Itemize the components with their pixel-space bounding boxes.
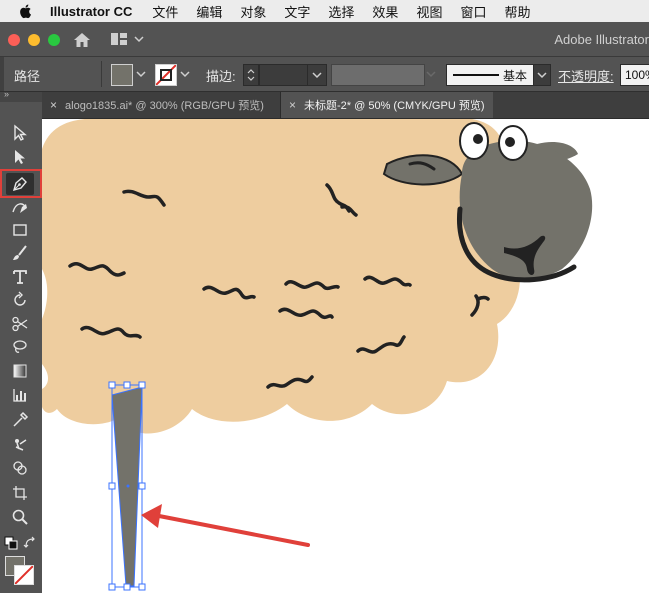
- tab-untitled-2[interactable]: × 未标题-2* @ 50% (CMYK/GPU 预览): [281, 92, 493, 118]
- brush-style-label: 基本: [503, 69, 528, 83]
- pen-nib-icon: [12, 177, 27, 192]
- curvature-pen-icon: [12, 203, 27, 213]
- fill-color-swatch[interactable]: [111, 64, 133, 86]
- stroke-weight-stepper[interactable]: [243, 64, 259, 86]
- menu-object[interactable]: 对象: [240, 2, 266, 21]
- menubar: Illustrator CC 文件 编辑 对象 文字 选择 效果 视图 窗口 帮…: [0, 0, 649, 23]
- scissors-icon: [12, 316, 28, 332]
- paintbrush-tool[interactable]: [6, 242, 34, 264]
- menu-edit[interactable]: 编辑: [196, 2, 222, 21]
- divider: [101, 61, 102, 87]
- bar-graph-icon: [13, 389, 26, 402]
- selection-type-label: 路径: [14, 69, 41, 84]
- selection-center-point: [126, 484, 130, 488]
- brush-definition[interactable]: 基本: [446, 64, 534, 86]
- apple-logo-icon[interactable]: [18, 3, 34, 19]
- rotate-icon: [14, 291, 26, 306]
- rectangle-tool[interactable]: [6, 219, 34, 241]
- tools-panel: »: [0, 89, 43, 593]
- type-t-icon: [13, 270, 27, 284]
- collapse-icon[interactable]: »: [4, 89, 9, 99]
- gradient-icon: [13, 364, 27, 378]
- menu-view[interactable]: 视图: [416, 2, 442, 21]
- gradient-tool[interactable]: [6, 360, 34, 382]
- chevron-down-icon[interactable]: [136, 70, 146, 78]
- lasso-tool[interactable]: [6, 336, 34, 358]
- swap-colors-icon[interactable]: [23, 536, 37, 550]
- artboard-canvas[interactable]: [42, 119, 649, 593]
- app-name[interactable]: Illustrator CC: [50, 4, 132, 19]
- menu-window[interactable]: 窗口: [460, 2, 486, 21]
- none-color-icon: [156, 65, 176, 85]
- artboard-icon: [13, 486, 27, 500]
- zoom-window-button[interactable]: [48, 34, 60, 46]
- sheep-pupil: [473, 134, 483, 144]
- default-colors-icon[interactable]: [4, 536, 18, 550]
- sheep-pupil: [505, 137, 515, 147]
- variable-width-profile[interactable]: [331, 64, 425, 86]
- close-tab-icon[interactable]: ×: [50, 98, 57, 112]
- tab-alogo1835[interactable]: × alogo1835.ai* @ 300% (RGB/GPU 预览): [42, 92, 280, 118]
- pen-tool[interactable]: [6, 173, 34, 195]
- menu-effect[interactable]: 效果: [372, 2, 398, 21]
- control-bar: 路径 描边: 基本 不透明度: 100%: [0, 57, 649, 92]
- arrange-documents-icon[interactable]: [110, 32, 128, 46]
- shape-builder-icon: [13, 461, 27, 475]
- window-title: Adobe Illustrator: [554, 32, 649, 47]
- stroke-weight-input[interactable]: [259, 64, 309, 86]
- type-tool[interactable]: [6, 266, 34, 288]
- puppet-warp-icon: [15, 439, 27, 451]
- chevron-down-icon[interactable]: [134, 35, 144, 43]
- stroke-weight-dropdown[interactable]: [307, 64, 327, 86]
- menu-help[interactable]: 帮助: [504, 2, 530, 21]
- opacity-input[interactable]: 100%: [620, 64, 649, 86]
- none-color-icon: [15, 566, 33, 584]
- tab-label: 未标题-2* @ 50% (CMYK/GPU 预览): [304, 100, 485, 112]
- minimize-window-button[interactable]: [28, 34, 40, 46]
- app-titlebar: Adobe Illustrator: [0, 22, 649, 57]
- scissors-tool[interactable]: [6, 313, 34, 335]
- eyedropper-tool[interactable]: [6, 409, 34, 431]
- rectangle-icon: [13, 224, 27, 236]
- menu-type[interactable]: 文字: [284, 2, 310, 21]
- lasso-icon: [13, 340, 27, 353]
- annotation-arrow: [141, 504, 310, 547]
- shape-builder-tool[interactable]: [6, 457, 34, 479]
- stroke-label: 描边:: [206, 69, 236, 84]
- graph-tool[interactable]: [6, 384, 34, 406]
- puppet-warp-tool[interactable]: [6, 433, 34, 455]
- brush-dropdown[interactable]: [533, 64, 551, 86]
- tab-label: alogo1835.ai* @ 300% (RGB/GPU 预览): [65, 100, 264, 112]
- artboard-tool[interactable]: [6, 482, 34, 504]
- opacity-label[interactable]: 不透明度:: [558, 66, 614, 85]
- selection-arrow-icon: [14, 124, 27, 141]
- controlbar-grip[interactable]: [0, 57, 4, 91]
- direct-selection-arrow-icon: [15, 150, 25, 164]
- zoom-magnifier-icon: [12, 509, 28, 525]
- home-icon[interactable]: [72, 31, 92, 49]
- menu-select[interactable]: 选择: [328, 2, 354, 21]
- chevron-down-icon[interactable]: [180, 70, 190, 78]
- paintbrush-icon: [13, 245, 27, 260]
- curvature-tool[interactable]: [6, 196, 34, 218]
- artwork: [42, 119, 593, 591]
- eyedropper-icon: [13, 411, 29, 427]
- close-tab-icon[interactable]: ×: [289, 98, 296, 112]
- stroke-color-swatch[interactable]: [155, 64, 177, 86]
- close-window-button[interactable]: [8, 34, 20, 46]
- direct-selection-tool[interactable]: [6, 146, 34, 168]
- chevron-down-icon[interactable]: [426, 70, 436, 78]
- zoom-tool[interactable]: [6, 506, 34, 528]
- document-tabs: × alogo1835.ai* @ 300% (RGB/GPU 预览) × 未标…: [42, 92, 649, 119]
- stroke-swatch[interactable]: [14, 565, 34, 585]
- rotate-tool[interactable]: [6, 289, 34, 311]
- panel-header[interactable]: »: [0, 89, 42, 102]
- menu-file[interactable]: 文件: [152, 2, 178, 21]
- selection-tool[interactable]: [6, 122, 34, 144]
